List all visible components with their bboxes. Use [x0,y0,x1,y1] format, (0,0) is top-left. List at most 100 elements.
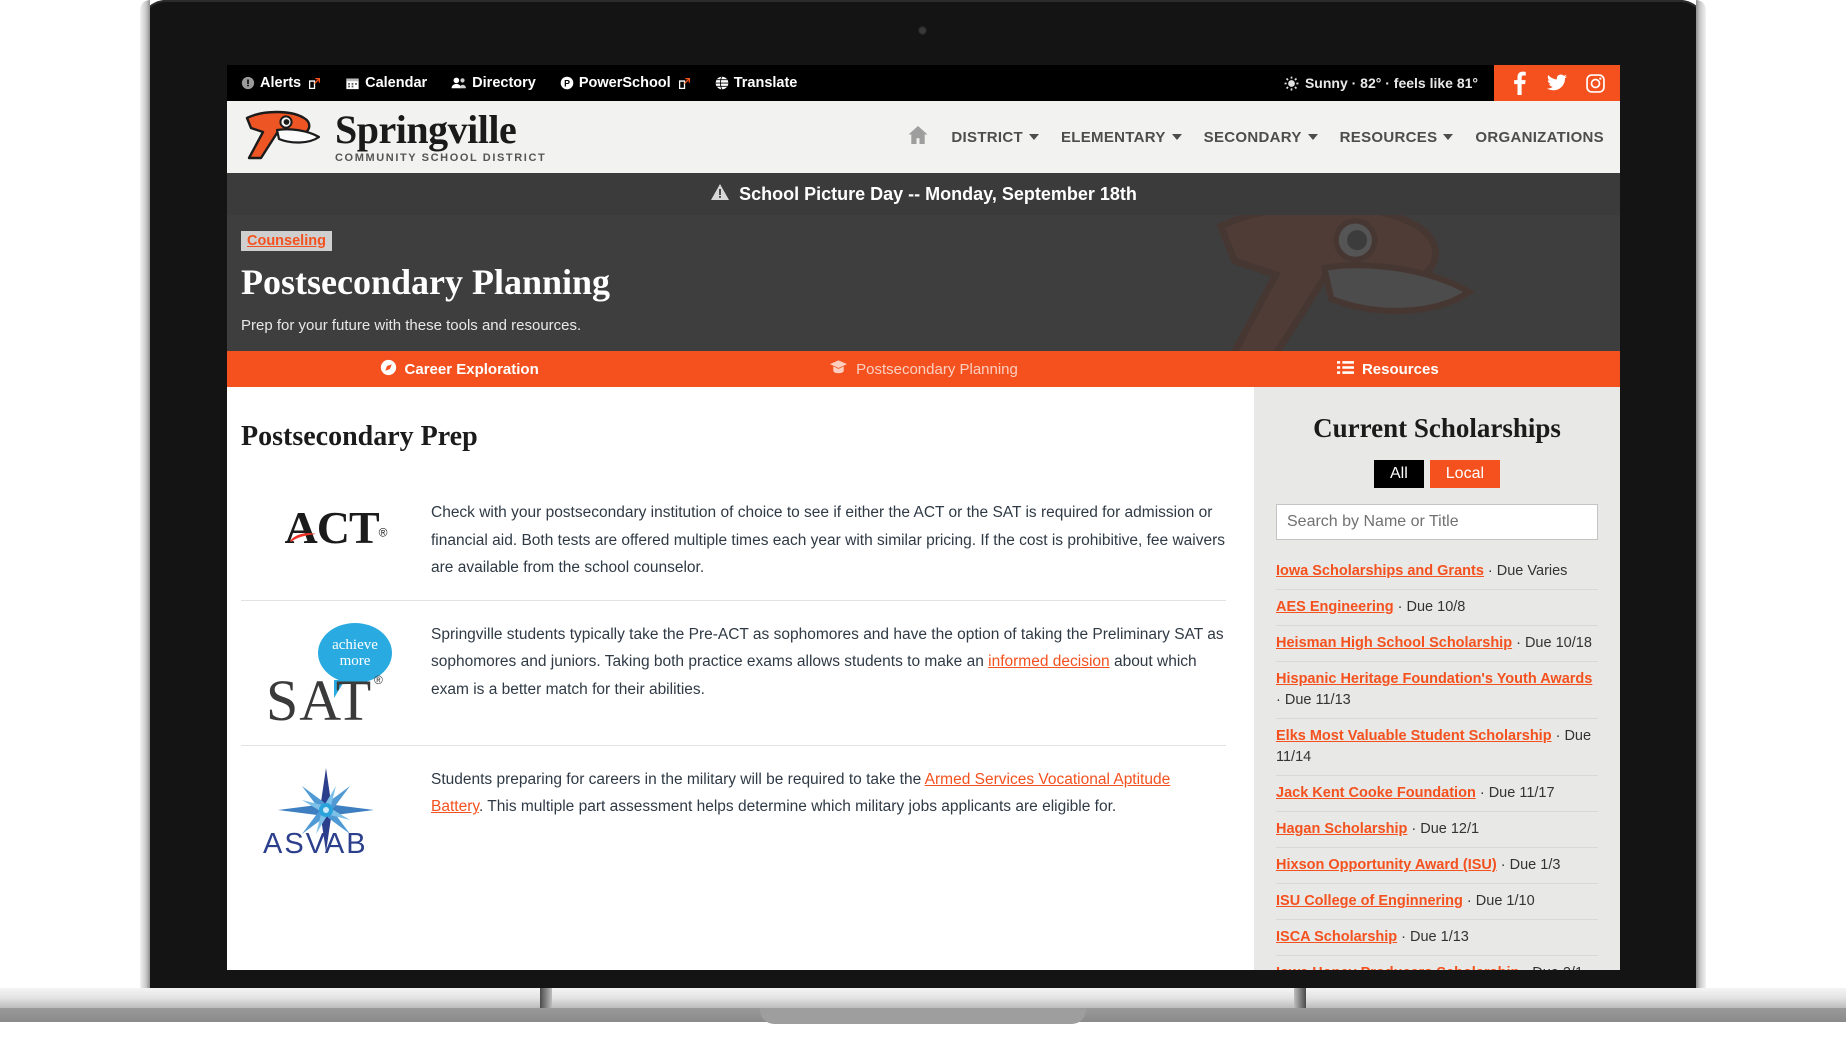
filter-all-button[interactable]: All [1373,460,1424,488]
webcam-icon [918,26,927,35]
instagram-icon[interactable] [1576,65,1614,101]
nav-item-home[interactable] [907,125,929,149]
scholarship-link[interactable]: ISCA Scholarship [1276,929,1397,945]
site-logo[interactable]: Springville COMMUNITY SCHOOL DISTRICT [241,106,546,169]
list-icon [1336,360,1354,379]
filter-local-button[interactable]: Local [1429,460,1501,488]
scholarship-link[interactable]: Heisman High School Scholarship [1276,635,1512,651]
alert-banner[interactable]: School Picture Day -- Monday, September … [227,173,1620,215]
nav-item-label: SECONDARY [1203,128,1302,146]
list-item: Iowa Honey Producers Scholarship · Due 2… [1276,956,1598,970]
list-item: AES Engineering · Due 10/8 [1276,590,1598,627]
list-item: ISU College of Enginnering · Due 1/10 [1276,884,1598,921]
nav-item-district[interactable]: DISTRICT [951,129,1039,146]
nav-item-organizations[interactable]: ORGANIZATIONS [1475,129,1604,146]
alert-banner-text: School Picture Day -- Monday, September … [739,183,1137,204]
sun-icon [1284,76,1299,91]
nav-item-elementary[interactable]: ELEMENTARY [1061,129,1182,146]
act-logo-icon: ACT® [285,501,388,554]
registered-mark: ® [378,525,388,540]
scholarship-link[interactable]: Hagan Scholarship [1276,821,1407,837]
act-logo-text: ACT [284,502,380,553]
list-item: ISCA Scholarship · Due 1/13 [1276,920,1598,957]
utility-link-directory[interactable]: Directory [451,75,536,91]
asvab-description-text-1: Students preparing for careers in the mi… [431,770,925,788]
asvab-description: Students preparing for careers in the mi… [431,764,1226,821]
list-item: Elks Most Valuable Student Scholarship ·… [1276,719,1598,777]
main-content: Postsecondary Prep ACT® Check with your … [227,387,1254,970]
utility-link-label: Calendar [365,75,428,91]
utility-link-label: Alerts [260,75,302,91]
tab-postsecondary-planning[interactable]: Postsecondary Planning [691,351,1155,387]
nav-item-label: ELEMENTARY [1060,128,1166,146]
weather-widget[interactable]: Sunny · 82° · feels like 81° [1274,65,1494,101]
utility-link-label: Directory [472,75,536,91]
page-title: Postsecondary Planning [241,262,611,302]
scholarship-link[interactable]: Hixson Opportunity Award (ISU) [1276,857,1497,873]
act-logo-cell: ACT® [241,497,431,554]
prep-row-asvab: ASVAB Students preparing for careers in … [241,746,1226,884]
scholarship-link[interactable]: ISU College of Enginnering [1276,893,1463,909]
scholarship-link[interactable]: Elks Most Valuable Student Scholarship [1276,728,1552,744]
scholarship-link[interactable]: AES Engineering [1276,599,1394,615]
utility-link-alerts[interactable]: Alerts [241,75,321,91]
laptop-hinge-right [1294,988,1306,1008]
twitter-icon[interactable] [1538,65,1576,101]
sat-logo-cell: achieve more SAT ® [241,619,431,733]
sidebar-heading: Current Scholarships [1313,413,1561,443]
weather-text: Sunny · 82° · feels like 81° [1304,75,1478,91]
powerschool-icon: P [560,76,574,90]
section-tab-bar: Career Exploration Postsecondary Plannin… [227,351,1620,387]
breadcrumb[interactable]: Counseling [241,231,332,251]
home-icon [907,125,929,149]
scholarship-search-input[interactable] [1276,504,1598,540]
nav-item-secondary[interactable]: SECONDARY [1204,129,1318,146]
list-item: Hixson Opportunity Award (ISU) · Due 1/3 [1276,848,1598,885]
informed-decision-link[interactable]: informed decision [988,653,1109,670]
tab-label: Career Exploration [404,360,539,378]
scholarship-due: · Due 10/8 [1393,599,1466,616]
scholarship-due: · Due 11/17 [1475,785,1555,802]
list-item: Jack Kent Cooke Foundation · Due 11/17 [1276,776,1598,813]
scholarship-link[interactable]: Iowa Scholarships and Grants [1276,563,1484,579]
utility-link-calendar[interactable]: Calendar [345,75,427,91]
brand-text: Springville COMMUNITY SCHOOL DISTRICT [335,109,546,164]
page-body: Postsecondary Prep ACT® Check with your … [227,387,1620,970]
facebook-icon[interactable] [1500,65,1538,101]
scholarship-due: · Due 1/3 [1496,857,1561,874]
tab-resources[interactable]: Resources [1156,351,1620,387]
scholarship-link[interactable]: Hispanic Heritage Foundation's Youth Awa… [1276,671,1592,687]
utility-link-powerschool[interactable]: P PowerSchool [560,75,691,91]
social-links [1494,65,1620,101]
page-subtitle: Prep for your future with these tools an… [241,317,582,334]
sat-bubble-line1: achieve [332,636,378,653]
scholarships-sidebar: Current Scholarships All Local Iowa Scho… [1254,387,1620,970]
page-hero: Counseling Postsecondary Planning Prep f… [227,215,1620,351]
laptop-lid-edge-left [140,0,150,990]
tab-label: Postsecondary Planning [856,360,1018,378]
svg-text:P: P [564,79,570,89]
scholarship-list: Iowa Scholarships and Grants · Due Varie… [1276,554,1598,970]
asvab-logo-text: ASVAB [263,827,368,860]
utility-link-label: PowerSchool [578,75,671,91]
scholarship-link[interactable]: Jack Kent Cooke Foundation [1276,785,1476,801]
people-icon [451,76,467,90]
chevron-down-icon [1028,134,1039,140]
scholarship-link[interactable]: Iowa Honey Producers Scholarship [1276,965,1519,970]
graduation-cap-icon [829,359,848,379]
tab-career-exploration[interactable]: Career Exploration [227,351,691,387]
browser-viewport: Alerts Calendar Directory P PowerSchool … [227,65,1620,970]
scholarship-due: · Due Varies [1483,563,1568,579]
utility-link-translate[interactable]: Translate [715,75,797,91]
act-description: Check with your postsecondary institutio… [431,497,1226,582]
utility-bar: Alerts Calendar Directory P PowerSchool … [227,65,1620,101]
calendar-icon [345,76,360,90]
chevron-down-icon [1443,134,1454,140]
nav-item-resources[interactable]: RESOURCES [1340,129,1454,146]
scholarship-due: · Due 2/1 [1519,965,1583,970]
asvab-logo-icon: ASVAB [261,767,411,866]
scholarship-due: · Due 11/13 [1276,692,1351,709]
compass-icon [380,359,397,380]
main-navigation: DISTRICT ELEMENTARY SECONDARY RESOURCES … [907,125,1610,149]
act-swoosh-icon [289,533,316,542]
